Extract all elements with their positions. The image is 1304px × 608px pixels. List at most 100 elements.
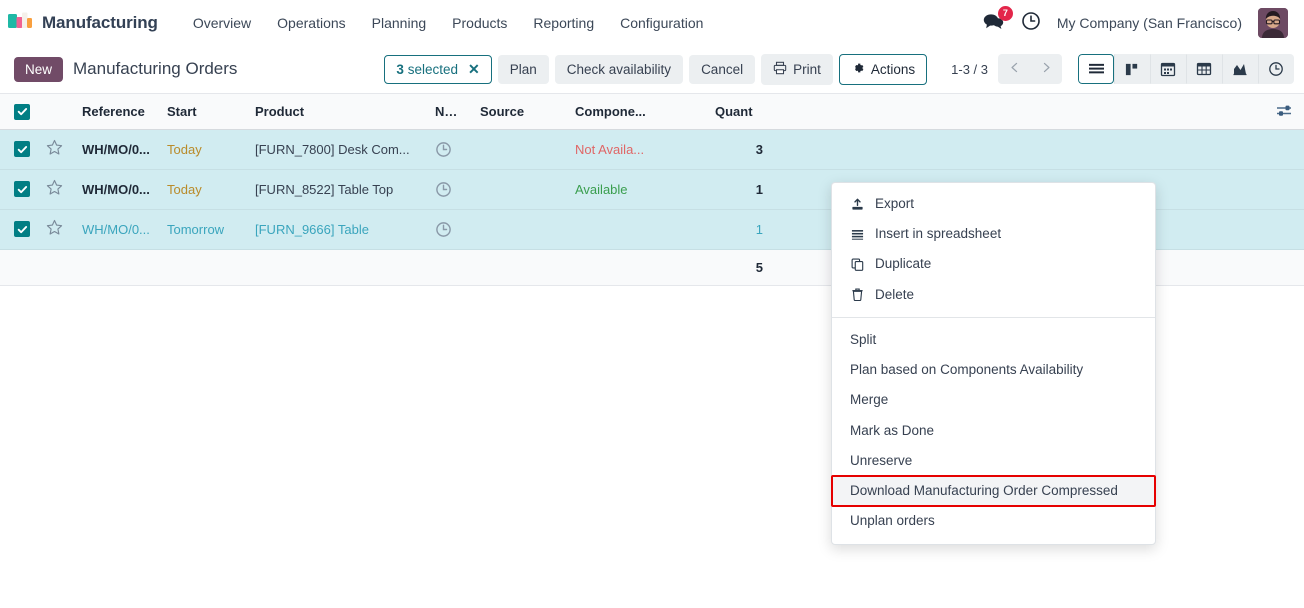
menu-item-plan-based-on-components-availability[interactable]: Plan based on Components Availability <box>832 355 1155 385</box>
cell-next-activity[interactable] <box>427 129 472 170</box>
menu-item-delete[interactable]: Delete <box>832 280 1155 310</box>
nav-item-operations[interactable]: Operations <box>264 9 358 37</box>
table-row[interactable]: WH/MO/0... Today [FURN_7800] Desk Com...… <box>0 129 1304 170</box>
cell-product: [FURN_7800] Desk Com... <box>247 129 427 170</box>
company-switcher[interactable]: My Company (San Francisco) <box>1057 15 1242 31</box>
nav-item-products[interactable]: Products <box>439 9 520 37</box>
navbar-right-tools: 7 My Company (San Francisco) <box>983 6 1294 38</box>
star-icon[interactable] <box>46 139 63 159</box>
row-select-cell <box>0 129 38 170</box>
cancel-button[interactable]: Cancel <box>689 54 756 84</box>
row-favorite-cell <box>38 209 74 250</box>
nav-item-reporting[interactable]: Reporting <box>520 9 607 37</box>
cell-quantity: 1 <box>707 209 771 250</box>
main-menu: Overview Operations Planning Products Re… <box>180 9 717 37</box>
export-icon <box>850 198 865 211</box>
manufacturing-logo-icon <box>8 10 34 35</box>
nav-item-overview[interactable]: Overview <box>180 9 264 37</box>
cell-start: Today <box>159 129 247 170</box>
cell-product: [FURN_8522] Table Top <box>247 169 427 210</box>
cell-quantity: 3 <box>707 129 771 170</box>
optional-columns-icon[interactable] <box>1272 104 1296 118</box>
cell-reference: WH/MO/0... <box>74 209 159 250</box>
spreadsheet-icon <box>850 228 865 241</box>
app-brand[interactable]: Manufacturing <box>8 10 158 35</box>
check-availability-button[interactable]: Check availability <box>554 54 684 84</box>
clear-selection-icon[interactable]: ✕ <box>468 62 480 76</box>
pager: 1-3 / 3 <box>941 54 1062 84</box>
column-header-quantity[interactable]: Quant <box>707 94 771 130</box>
user-avatar[interactable] <box>1258 7 1288 38</box>
column-header-components[interactable]: Compone... <box>567 94 707 130</box>
cell-next-activity[interactable] <box>427 169 472 210</box>
messages-count-badge: 7 <box>997 6 1013 21</box>
star-icon[interactable] <box>46 219 63 239</box>
clock-icon <box>1021 12 1041 34</box>
cell-components: Not Availa... <box>567 129 707 170</box>
row-checkbox[interactable] <box>14 181 30 198</box>
column-header-source[interactable]: Source <box>472 94 567 130</box>
nav-item-configuration[interactable]: Configuration <box>607 9 716 37</box>
menu-item-download-manufacturing-order-compressed[interactable]: Download Manufacturing Order Compressed <box>831 474 1156 508</box>
row-checkbox[interactable] <box>14 221 30 238</box>
select-all-header <box>0 94 38 130</box>
cell-components <box>567 209 707 250</box>
new-record-button[interactable]: New <box>14 56 64 82</box>
menu-item-unreserve[interactable]: Unreserve <box>832 446 1155 476</box>
column-header-product[interactable]: Product <box>247 94 427 130</box>
activity-clock-icon <box>435 181 464 198</box>
pager-next-button[interactable] <box>1030 54 1062 84</box>
print-button[interactable]: Print <box>761 53 833 85</box>
calendar-view-icon[interactable] <box>1150 54 1186 84</box>
cell-start: Today <box>159 169 247 210</box>
cell-components: Available <box>567 169 707 210</box>
cell-next-activity[interactable] <box>427 209 472 250</box>
selection-badge[interactable]: 3 selected ✕ <box>384 54 492 84</box>
cell-reference: WH/MO/0... <box>74 129 159 170</box>
table-header-row: Reference Start Product Next Acti... Sou… <box>0 94 1304 130</box>
menu-item-unplan-orders[interactable]: Unplan orders <box>832 506 1155 536</box>
cell-state <box>771 129 891 170</box>
top-navbar: Manufacturing Overview Operations Planni… <box>0 0 1304 45</box>
app-name: Manufacturing <box>42 12 158 32</box>
column-header-state[interactable] <box>771 94 891 130</box>
plan-button[interactable]: Plan <box>497 54 549 84</box>
cell-reference: WH/MO/0... <box>74 169 159 210</box>
column-header-start[interactable]: Start <box>159 94 247 130</box>
menu-item-duplicate[interactable]: Duplicate <box>832 249 1155 279</box>
kanban-view-icon[interactable] <box>1114 54 1150 84</box>
cell-start: Tomorrow <box>159 209 247 250</box>
column-header-next-activity[interactable]: Next Acti... <box>427 94 472 130</box>
table-header: Reference Start Product Next Acti... Sou… <box>0 94 1304 130</box>
select-all-checkbox[interactable] <box>14 103 30 120</box>
nav-item-planning[interactable]: Planning <box>359 9 440 37</box>
menu-item-merge[interactable]: Merge <box>832 385 1155 415</box>
messages-button[interactable]: 7 <box>983 6 1013 33</box>
control-panel-actions: 3 selected ✕ Plan Check availability Can… <box>384 53 1294 85</box>
list-view-icon[interactable] <box>1078 54 1114 84</box>
cell-source <box>472 129 567 170</box>
duplicate-icon <box>850 258 865 271</box>
menu-item-export[interactable]: Export <box>832 189 1155 219</box>
pivot-view-icon[interactable] <box>1186 54 1222 84</box>
cell-quantity: 1 <box>707 169 771 210</box>
menu-item-insert-in-spreadsheet[interactable]: Insert in spreadsheet <box>832 219 1155 249</box>
breadcrumb: Manufacturing Orders <box>73 59 238 78</box>
activity-clock-icon <box>435 141 464 158</box>
activities-button[interactable] <box>1021 11 1041 34</box>
graph-view-icon[interactable] <box>1222 54 1258 84</box>
list-view: Reference Start Product Next Acti... Sou… <box>0 94 1304 608</box>
activity-view-icon[interactable] <box>1258 54 1294 84</box>
cell-source <box>472 209 567 250</box>
chevron-left-icon <box>1008 61 1021 77</box>
menu-divider <box>832 316 1155 318</box>
star-icon[interactable] <box>46 179 63 199</box>
menu-item-mark-as-done[interactable]: Mark as Done <box>832 416 1155 446</box>
actions-button[interactable]: Actions <box>838 53 928 85</box>
pager-previous-button[interactable] <box>998 54 1030 84</box>
row-checkbox[interactable] <box>14 141 30 158</box>
menu-item-label: Duplicate <box>875 256 932 272</box>
total-quantity: 5 <box>707 249 771 286</box>
menu-item-split[interactable]: Split <box>832 325 1155 355</box>
column-header-reference[interactable]: Reference <box>74 94 159 130</box>
